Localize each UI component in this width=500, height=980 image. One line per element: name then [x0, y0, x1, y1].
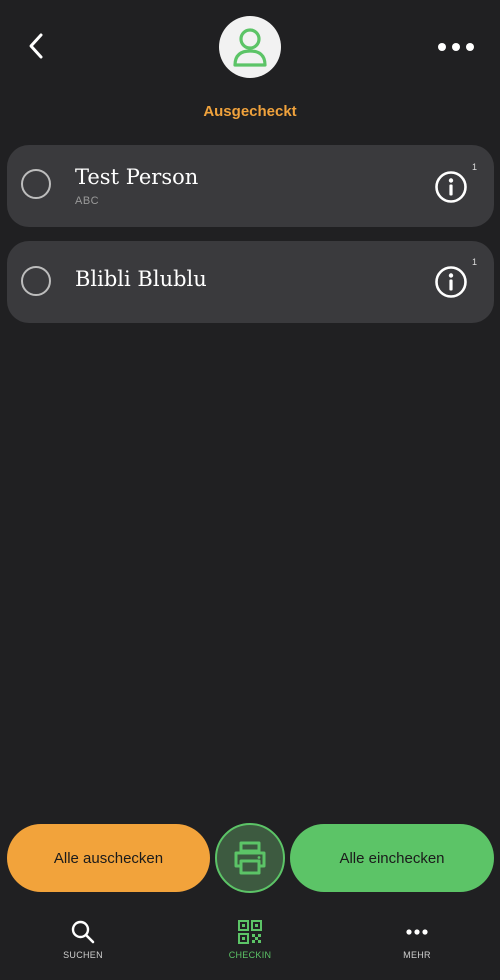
person-subtitle: ABC — [75, 195, 100, 207]
avatar — [219, 16, 281, 78]
nav-item-more[interactable]: MEHR — [372, 918, 462, 968]
search-icon — [69, 918, 97, 946]
chevron-left-icon — [29, 33, 43, 59]
nav-label: MEHR — [403, 950, 431, 960]
nav-label: SUCHEN — [63, 950, 103, 960]
checkin-all-button[interactable]: Alle einchecken — [290, 824, 494, 892]
checkin-screen: Ausgecheckt Test Person ABC 1 Blibli Blu… — [0, 0, 500, 980]
print-button[interactable] — [215, 823, 285, 893]
ellipsis-icon — [403, 918, 431, 946]
info-icon — [435, 266, 467, 298]
person-icon — [233, 28, 267, 67]
person-name: Blibli Blublu — [75, 267, 207, 291]
more-options-button[interactable] — [434, 30, 478, 64]
ellipsis-icon — [438, 43, 474, 51]
info-button[interactable] — [434, 170, 468, 204]
checkout-all-button[interactable]: Alle auschecken — [7, 824, 210, 892]
person-row[interactable]: Test Person ABC 1 — [7, 145, 494, 227]
person-name: Test Person — [75, 165, 199, 189]
nav-item-checkin[interactable]: CHECKIN — [205, 918, 295, 968]
person-row[interactable]: Blibli Blublu 1 — [7, 241, 494, 323]
info-count-badge: 1 — [472, 162, 478, 172]
qr-code-icon — [236, 918, 264, 946]
select-radio[interactable] — [21, 169, 51, 199]
nav-label: CHECKIN — [228, 950, 272, 960]
info-count-badge: 1 — [472, 257, 478, 267]
back-button[interactable] — [18, 26, 54, 66]
checkin-status: Ausgecheckt — [203, 103, 297, 120]
nav-item-search[interactable]: SUCHEN — [38, 918, 128, 968]
printer-icon — [234, 841, 266, 875]
select-radio[interactable] — [21, 266, 51, 296]
info-button[interactable] — [434, 265, 468, 299]
info-icon — [435, 171, 467, 203]
